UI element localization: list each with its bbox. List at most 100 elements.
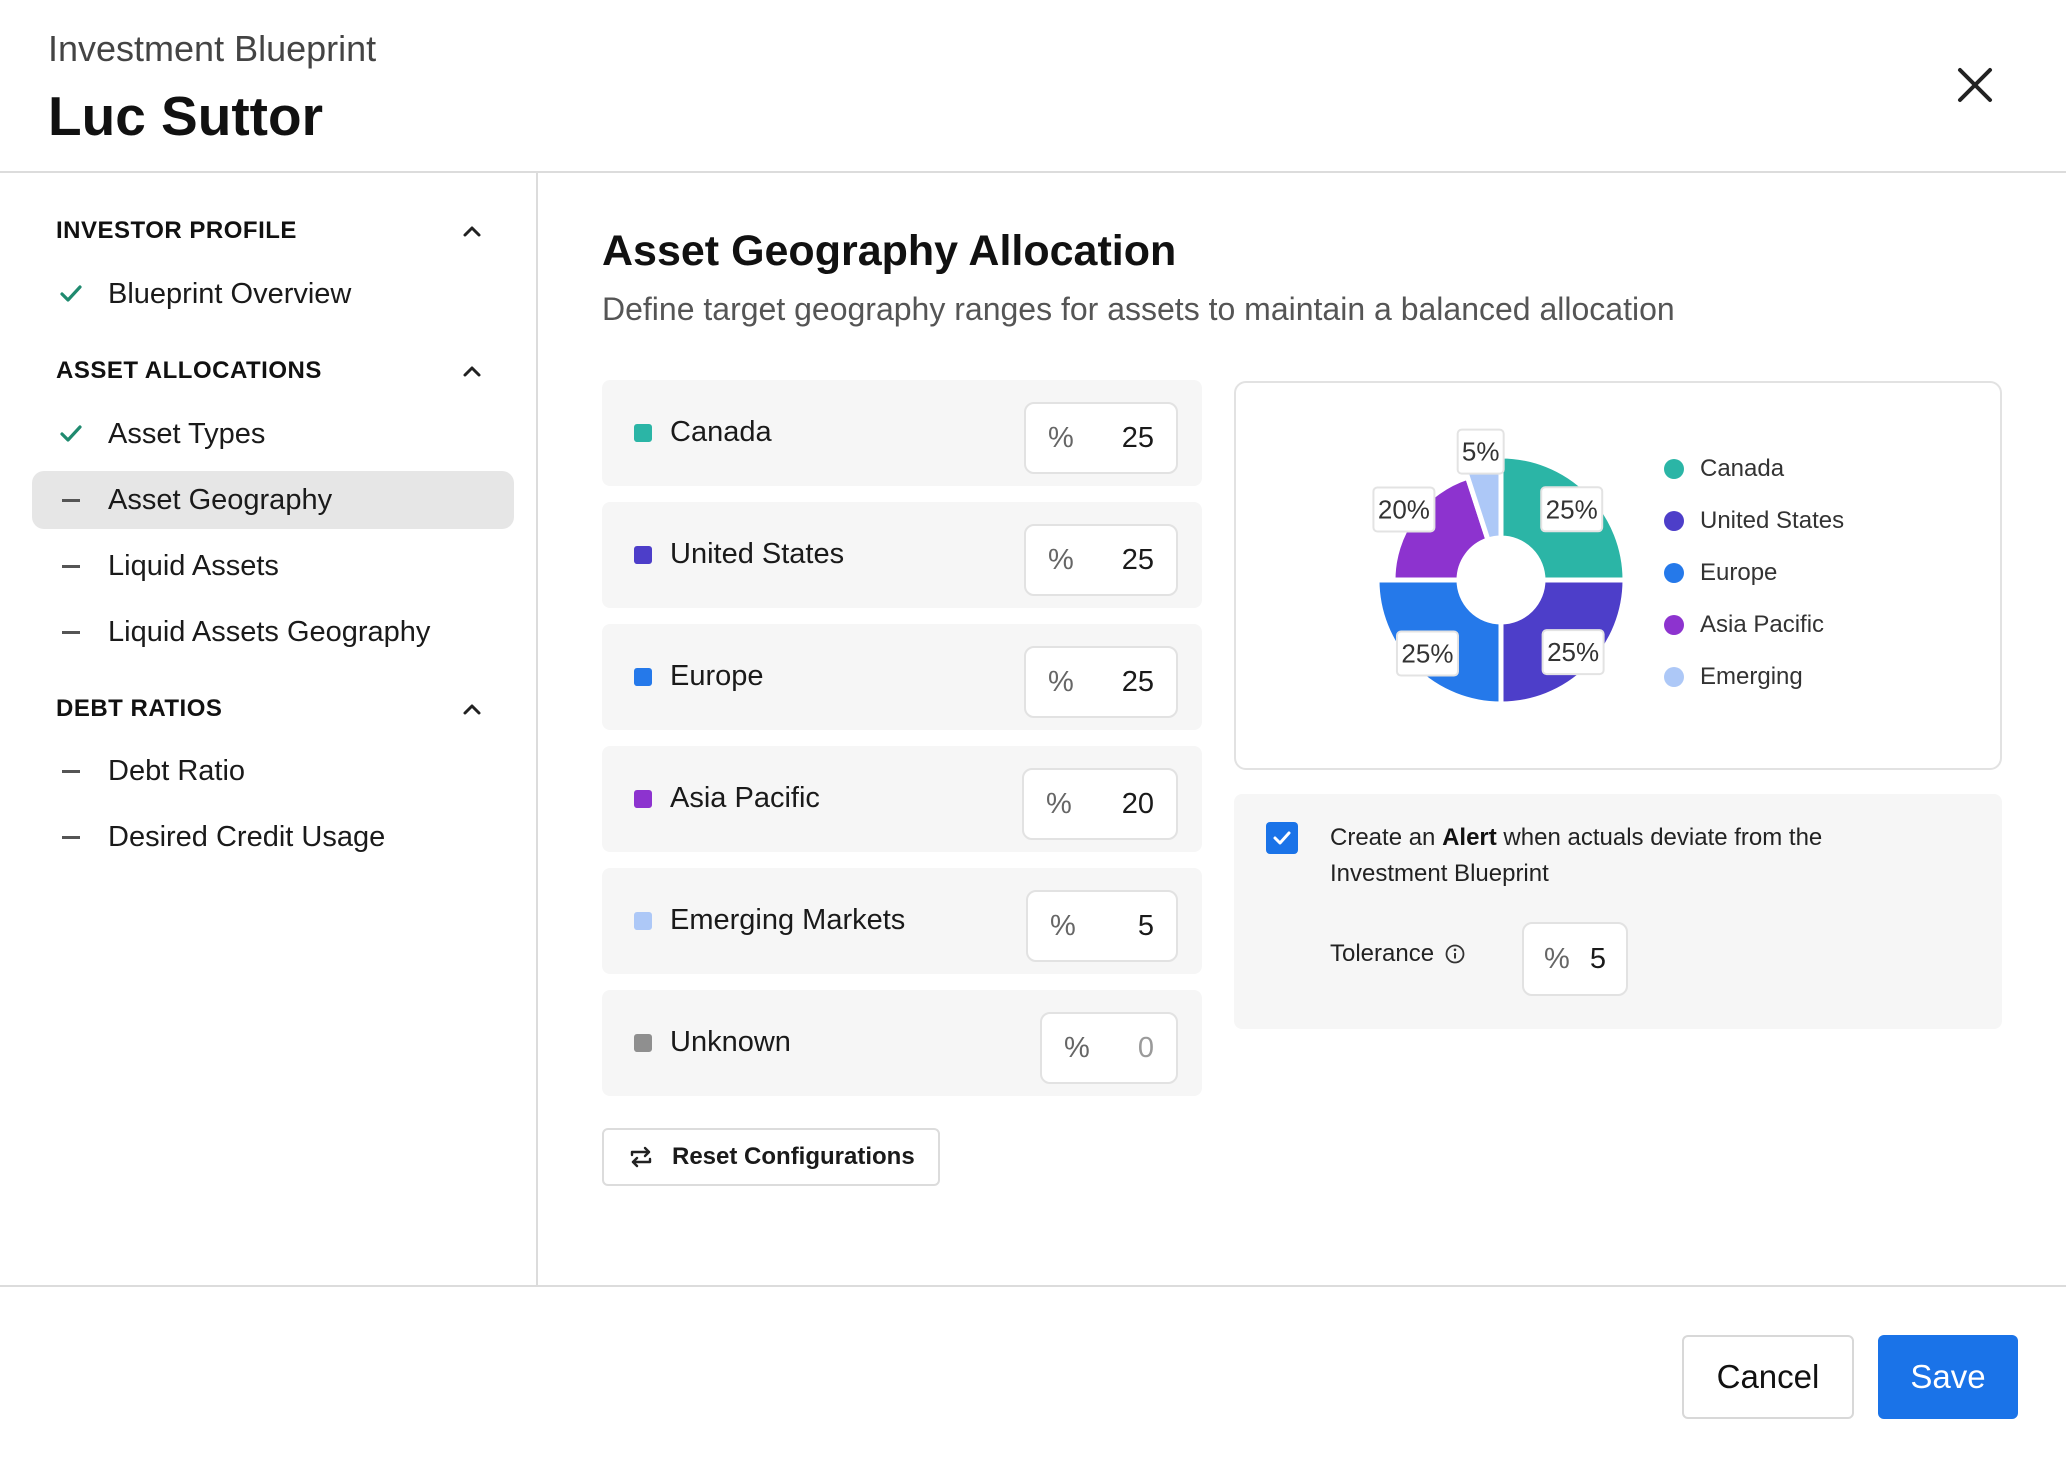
sidebar-item-desired-credit-usage[interactable]: Desired Credit Usage <box>32 808 514 866</box>
legend-item-emerging: Emerging <box>1664 660 1803 694</box>
percent-symbol: % <box>1064 1031 1090 1064</box>
legend-label: Asia Pacific <box>1700 611 1825 638</box>
sidebar-item-debt-ratio[interactable]: Debt Ratio <box>32 742 514 800</box>
legend-label: United States <box>1700 507 1845 534</box>
region-name: Europe <box>670 660 764 692</box>
legend-dot <box>1664 459 1684 479</box>
legend-dot <box>1664 615 1684 635</box>
legend-item-united-states: United States <box>1664 504 1844 538</box>
page-description: Define target geography ranges for asset… <box>602 291 1675 327</box>
pie-data-label: 20% <box>1372 486 1436 533</box>
emerging-markets-percent-input[interactable]: % 5 <box>1026 890 1178 962</box>
legend-dot <box>1664 511 1684 531</box>
europe-percent-input[interactable]: % 25 <box>1024 646 1178 718</box>
sidebar-item-liquid-assets-geography[interactable]: Liquid Assets Geography <box>32 603 514 661</box>
asia-pacific-percent-input[interactable]: % 20 <box>1022 768 1178 840</box>
svg-text:25%: 25% <box>1546 494 1598 524</box>
client-name: Luc Suttor <box>48 85 323 147</box>
section-title: ASSET ALLOCATIONS <box>56 357 322 384</box>
region-name: Emerging Markets <box>670 904 906 936</box>
percent-value: 25 <box>1121 665 1154 698</box>
save-button[interactable]: Save <box>1878 1335 2018 1419</box>
checkmark-icon <box>1273 831 1291 845</box>
section-investor-profile[interactable]: INVESTOR PROFILE <box>56 211 486 251</box>
percent-symbol: % <box>1048 665 1074 698</box>
cancel-button[interactable]: Cancel <box>1682 1335 1854 1419</box>
sidebar-item-asset-types[interactable]: Asset Types <box>32 405 514 463</box>
sidebar-item-label: Liquid Assets Geography <box>108 615 431 648</box>
legend-label: Canada <box>1700 455 1785 482</box>
reset-configurations-button[interactable]: Reset Configurations <box>602 1128 940 1186</box>
region-name: Unknown <box>670 1026 791 1058</box>
page-title: Asset Geography Allocation <box>602 227 1177 275</box>
color-swatch <box>634 1034 652 1052</box>
legend-item-asia-pacific: Asia Pacific <box>1664 608 1824 642</box>
color-swatch <box>634 790 652 808</box>
section-asset-allocations[interactable]: ASSET ALLOCATIONS <box>56 351 486 391</box>
legend-item-canada: Canada <box>1664 452 1784 486</box>
percent-symbol: % <box>1046 787 1072 820</box>
tolerance-input[interactable]: % 5 <box>1522 922 1628 996</box>
section-title: DEBT RATIOS <box>56 695 223 722</box>
sidebar-item-liquid-assets[interactable]: Liquid Assets <box>32 537 514 595</box>
percent-value: 20 <box>1121 787 1154 820</box>
sidebar-item-label: Desired Credit Usage <box>108 820 386 853</box>
legend-dot <box>1664 563 1684 583</box>
modal-header: Investment Blueprint Luc Suttor <box>0 0 2066 173</box>
repeat-icon <box>630 1146 652 1168</box>
alert-bold-word: Alert <box>1442 824 1497 851</box>
section-debt-ratios[interactable]: DEBT RATIOS <box>56 689 486 729</box>
close-button[interactable] <box>1950 60 2000 110</box>
pie-data-label: 5% <box>1456 428 1505 475</box>
legend-item-europe: Europe <box>1664 556 1777 590</box>
allocation-row-emerging-markets: Emerging Markets % 5 <box>602 868 1202 974</box>
alert-description: Create an Alert when actuals deviate fro… <box>1330 824 1823 887</box>
modal-subtitle: Investment Blueprint <box>48 28 377 69</box>
modal-footer: Cancel Save <box>0 1285 2066 1460</box>
canada-percent-input[interactable]: % 25 <box>1024 402 1178 474</box>
percent-value: 25 <box>1121 421 1154 454</box>
percent-symbol: % <box>1050 909 1076 942</box>
create-alert-checkbox[interactable] <box>1266 822 1298 854</box>
info-icon[interactable] <box>1444 943 1466 965</box>
reset-label: Reset Configurations <box>672 1143 915 1170</box>
svg-text:5%: 5% <box>1462 437 1500 467</box>
color-swatch <box>634 668 652 686</box>
unknown-percent-input[interactable]: % 0 <box>1040 1012 1178 1084</box>
percent-value: 5 <box>1137 909 1154 942</box>
dash-icon <box>62 835 80 839</box>
united-states-percent-input[interactable]: % 25 <box>1024 524 1178 596</box>
sidebar-item-asset-geography[interactable]: Asset Geography <box>32 471 514 529</box>
region-name: United States <box>670 538 845 570</box>
sidebar-item-label: Asset Types <box>108 417 266 450</box>
region-name: Asia Pacific <box>670 782 820 814</box>
sidebar-nav: INVESTOR PROFILE Blueprint Overview ASSE… <box>0 173 538 1285</box>
allocation-chart-card: 25% 25% 25% 20% 5% Canada United States Euro… <box>1234 381 2002 770</box>
sidebar-item-label: Asset Geography <box>108 483 333 516</box>
dash-icon <box>62 564 80 568</box>
pie-data-label: 25% <box>1541 629 1605 676</box>
chevron-up-icon <box>463 226 481 237</box>
allocation-pie-chart: 25% 25% 25% 20% 5% <box>1372 428 1628 707</box>
percent-symbol: % <box>1048 421 1074 454</box>
allocation-row-canada: Canada % 25 <box>602 380 1202 486</box>
legend-label: Europe <box>1700 559 1778 586</box>
tolerance-label: Tolerance <box>1330 940 1466 968</box>
region-name: Canada <box>670 416 772 448</box>
allocation-row-europe: Europe % 25 <box>602 624 1202 730</box>
dash-icon <box>62 769 80 773</box>
chevron-up-icon <box>463 704 481 715</box>
color-swatch <box>634 912 652 930</box>
check-icon <box>60 425 82 442</box>
percent-symbol: % <box>1544 942 1570 975</box>
legend-dot <box>1664 667 1684 687</box>
allocation-row-united-states: United States % 25 <box>602 502 1202 608</box>
tolerance-value: 5 <box>1589 942 1606 975</box>
dash-icon <box>62 498 80 502</box>
svg-text:25%: 25% <box>1401 639 1453 669</box>
pie-data-label: 25% <box>1395 630 1459 677</box>
percent-value: 0 <box>1137 1031 1154 1064</box>
main-content: Asset Geography Allocation Define target… <box>540 173 2066 1285</box>
sidebar-item-blueprint-overview[interactable]: Blueprint Overview <box>32 265 514 323</box>
allocation-row-asia-pacific: Asia Pacific % 20 <box>602 746 1202 852</box>
